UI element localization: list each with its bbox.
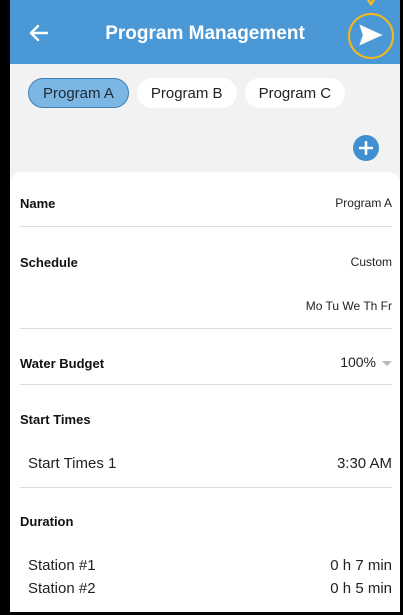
station-label: Station #1 xyxy=(28,557,96,574)
schedule-type: Custom xyxy=(350,255,392,269)
header-bar: Program Management xyxy=(10,0,400,64)
program-tabs: Program A Program B Program C xyxy=(28,78,346,108)
start-time-row[interactable]: Start Times 1 3:30 AM xyxy=(20,455,392,475)
water-budget-label: Water Budget xyxy=(20,356,105,371)
station-row[interactable]: Station #2 0 h 5 min xyxy=(20,580,392,600)
schedule-row[interactable]: Schedule Custom xyxy=(20,255,392,273)
water-budget-row[interactable]: Water Budget 100% xyxy=(20,354,392,374)
start-times-header: Start Times xyxy=(20,412,392,430)
program-details-card: Name Program A Schedule Custom Mo Tu We … xyxy=(10,172,400,612)
start-times-label: Start Times xyxy=(20,412,91,427)
name-value: Program A xyxy=(335,196,392,210)
tab-program-c[interactable]: Program C xyxy=(244,78,346,108)
station-label: Station #2 xyxy=(28,580,96,597)
station-row[interactable]: Station #1 0 h 7 min xyxy=(20,557,392,577)
water-budget-select[interactable]: 100% xyxy=(340,354,392,370)
duration-label: Duration xyxy=(20,514,74,529)
divider xyxy=(20,487,392,488)
chevron-down-icon xyxy=(382,360,392,366)
start-time-label: Start Times 1 xyxy=(28,455,117,472)
name-row[interactable]: Name Program A xyxy=(20,196,392,214)
schedule-days-row: Mo Tu We Th Fr xyxy=(20,299,392,317)
plus-icon xyxy=(359,141,373,155)
tab-program-b[interactable]: Program B xyxy=(136,78,237,108)
schedule-label: Schedule xyxy=(20,255,78,270)
start-time-value: 3:30 AM xyxy=(336,455,392,472)
app-screen: Program Management Program A Program B P… xyxy=(10,0,400,612)
water-budget-value: 100% xyxy=(340,354,376,370)
station-duration: 0 h 7 min xyxy=(330,557,392,574)
divider xyxy=(20,328,392,329)
schedule-days: Mo Tu We Th Fr xyxy=(305,299,392,313)
tab-program-a[interactable]: Program A xyxy=(28,78,129,108)
add-program-button[interactable] xyxy=(353,135,379,161)
duration-header: Duration xyxy=(20,514,392,532)
divider xyxy=(20,226,392,227)
divider xyxy=(20,384,392,385)
page-title: Program Management xyxy=(105,23,305,44)
highlight-ring xyxy=(348,13,394,59)
name-label: Name xyxy=(20,196,56,211)
station-duration: 0 h 5 min xyxy=(330,580,392,597)
highlight-arrow-icon xyxy=(366,0,376,6)
